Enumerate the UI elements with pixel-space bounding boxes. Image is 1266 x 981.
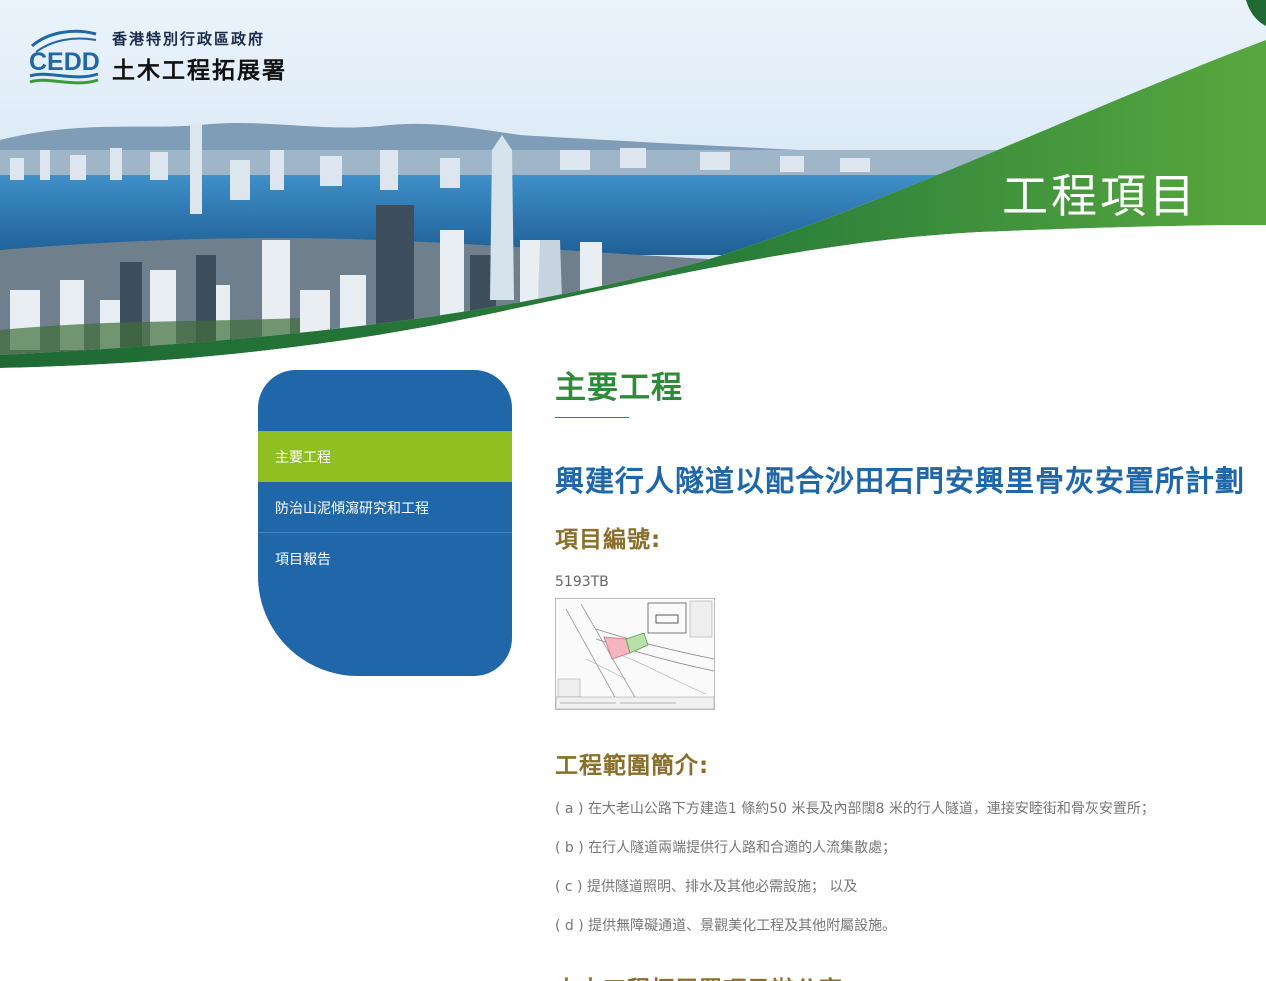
- scope-heading: 工程範圍簡介:: [555, 753, 710, 779]
- cedd-logo-text: 香港特別行政區政府 土木工程拓展署: [112, 28, 287, 85]
- banner-title: 工程項目: [1002, 169, 1198, 223]
- cedd-logo-abbr: CEDD: [29, 48, 100, 76]
- cedd-logo[interactable]: CEDD 香港特別行政區政府 土木工程拓展署: [28, 24, 287, 88]
- header-banner: CEDD 香港特別行政區政府 土木工程拓展署 工程項目: [0, 0, 1266, 380]
- location-plan-thumbnail[interactable]: [555, 598, 715, 710]
- sidebar-nav: 主要工程 防治山泥傾瀉研究和工程 項目報告: [258, 370, 512, 676]
- location-plan-map-image: [555, 599, 715, 710]
- project-code-heading: 項目編號:: [555, 527, 662, 553]
- logo-line-government: 香港特別行政區政府: [112, 29, 266, 48]
- list-item: ( a ) 在大老山公路下方建造1 條約50 米長及內部闊8 米的行人隧道，連接…: [555, 801, 1155, 817]
- sidebar-item-major-works[interactable]: 主要工程: [258, 431, 512, 482]
- scope-list: ( a ) 在大老山公路下方建造1 條約50 米長及內部闊8 米的行人隧道，連接…: [555, 800, 1266, 956]
- list-item: ( b ) 在行人隧道兩端提供行人路和合適的人流集散處；: [555, 840, 897, 856]
- list-item: ( c ) 提供隧道照明、排水及其他必需設施； 以及: [555, 879, 858, 895]
- project-code: 5193TB: [555, 574, 609, 590]
- logo-line-department: 土木工程拓展署: [112, 57, 287, 84]
- sidebar-item-project-reports[interactable]: 項目報告: [258, 533, 512, 584]
- project-office-heading: 土木工程拓展署項目辦公室:: [555, 970, 1266, 981]
- list-item: ( d ) 提供無障礙通道、景觀美化工程及其他附屬設施。: [555, 918, 897, 934]
- cedd-logo-mark: CEDD: [28, 24, 100, 88]
- heading-underline: [555, 417, 629, 418]
- main-content: 主要工程 興建行人隧道以配合沙田石門安興里骨灰安置所計劃 項目編號: 5193T…: [555, 362, 1266, 981]
- page-title: 主要工程: [555, 370, 683, 406]
- sidebar-item-landslip-prevention[interactable]: 防治山泥傾瀉研究和工程: [258, 482, 512, 533]
- project-title: 興建行人隧道以配合沙田石門安興里骨灰安置所計劃: [555, 464, 1246, 498]
